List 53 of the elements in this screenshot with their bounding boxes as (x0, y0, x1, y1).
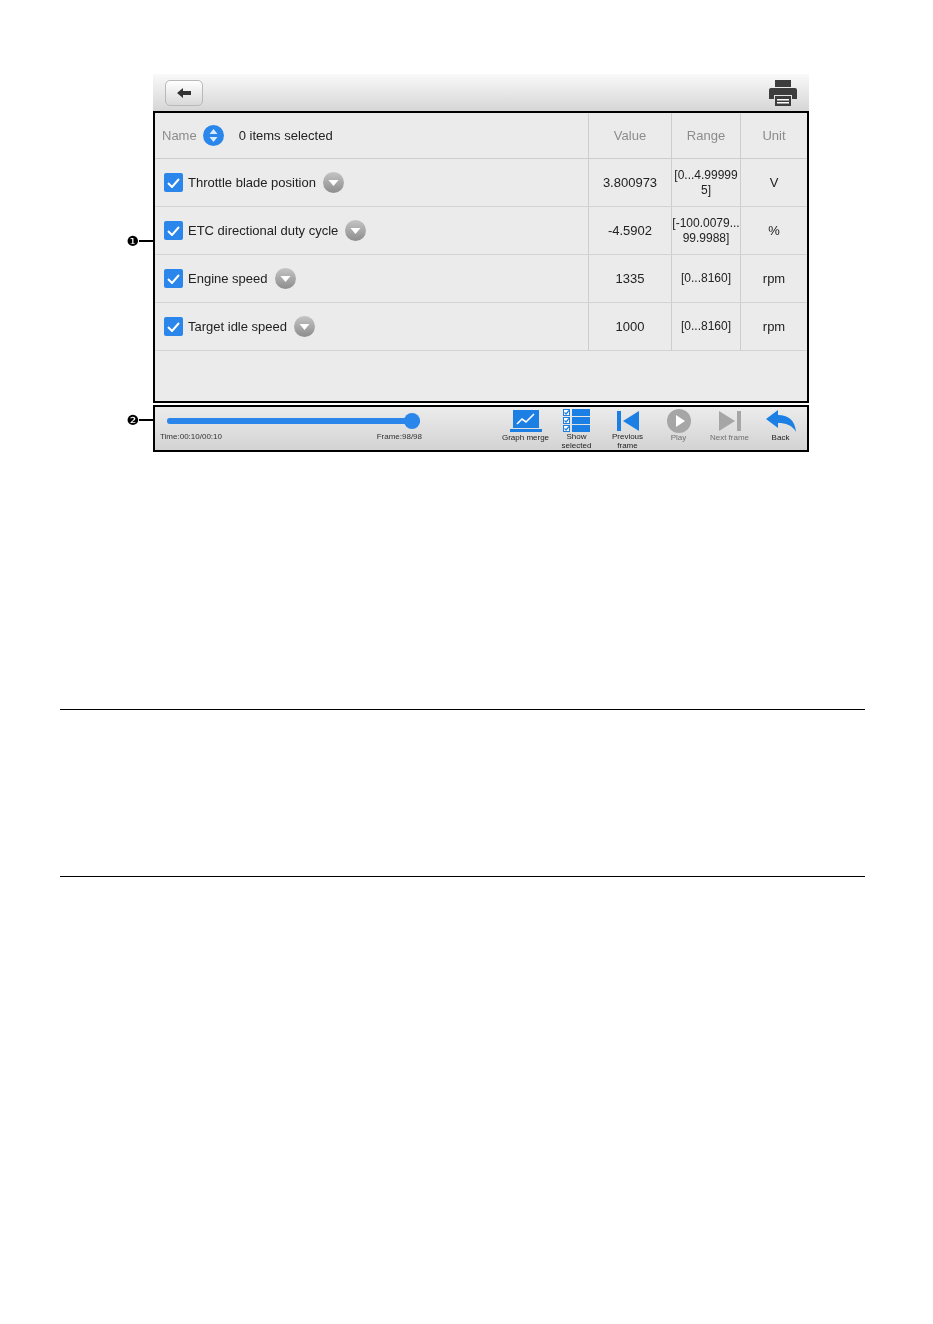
callout-number: ❷ (126, 413, 139, 427)
time-readout: Time:00:10/00:10 (160, 432, 222, 442)
parameter-value: 3.800973 (602, 173, 658, 192)
frame-readout: Frame:98/98 (376, 432, 422, 442)
slider-track[interactable] (167, 413, 420, 429)
dropdown-icon[interactable] (274, 268, 296, 289)
dropdown-icon[interactable] (322, 172, 344, 193)
back-button[interactable] (165, 79, 203, 106)
column-header: Value (613, 126, 647, 145)
checkbox[interactable] (164, 317, 183, 336)
left-arrow-icon (177, 87, 191, 98)
parameter-name: Throttle blade position (188, 173, 316, 192)
parameter-name: Target idle speed (188, 317, 287, 336)
parameter-value: 1335 (615, 269, 645, 288)
unit-label: V (769, 173, 779, 192)
value-range: [0...4.999995] (673, 167, 739, 198)
checkbox[interactable] (164, 269, 183, 288)
parameter-value: 1000 (615, 317, 645, 336)
column-header: Range (686, 126, 726, 145)
parameter-value: -4.5902 (607, 221, 653, 240)
graph-merge-button[interactable]: Graph merge (500, 407, 551, 450)
chart-icon (509, 409, 542, 433)
slider-thumb[interactable] (404, 413, 420, 429)
play-icon (666, 409, 691, 433)
value-range: [0...8160] (679, 319, 732, 334)
column-header: Unit (762, 126, 786, 145)
value-range: [-100.0079...99.9988] (672, 215, 740, 246)
value-range: [0...8160] (679, 271, 732, 286)
skip-forward-icon (718, 411, 741, 431)
show-selected-button[interactable]: Show selected (551, 407, 602, 450)
parameter-name: ETC directional duty cycle (188, 221, 339, 240)
unit-label: rpm (762, 317, 786, 336)
sort-icon[interactable] (202, 125, 224, 146)
printer-icon[interactable] (769, 79, 797, 106)
parameter-name: Engine speed (188, 269, 268, 288)
check-icon (167, 225, 180, 236)
dropdown-icon[interactable] (294, 316, 315, 337)
unit-label: rpm (762, 269, 786, 288)
checkbox[interactable] (164, 221, 183, 240)
back-button[interactable]: Back (755, 407, 806, 450)
checklist-icon (563, 409, 590, 432)
back-icon (765, 410, 796, 432)
skip-back-icon (616, 410, 639, 431)
check-icon (167, 177, 180, 188)
unit-label: % (768, 221, 780, 240)
selection-status: 0 items selected (238, 126, 333, 145)
check-icon (167, 273, 180, 284)
check-icon (167, 321, 180, 332)
name-column-header: Name (162, 126, 197, 145)
previous-frame-button[interactable]: Previous frame (602, 407, 653, 450)
checkbox[interactable] (164, 173, 183, 192)
dropdown-icon[interactable] (345, 220, 367, 241)
callout-number: ❶ (126, 234, 139, 248)
